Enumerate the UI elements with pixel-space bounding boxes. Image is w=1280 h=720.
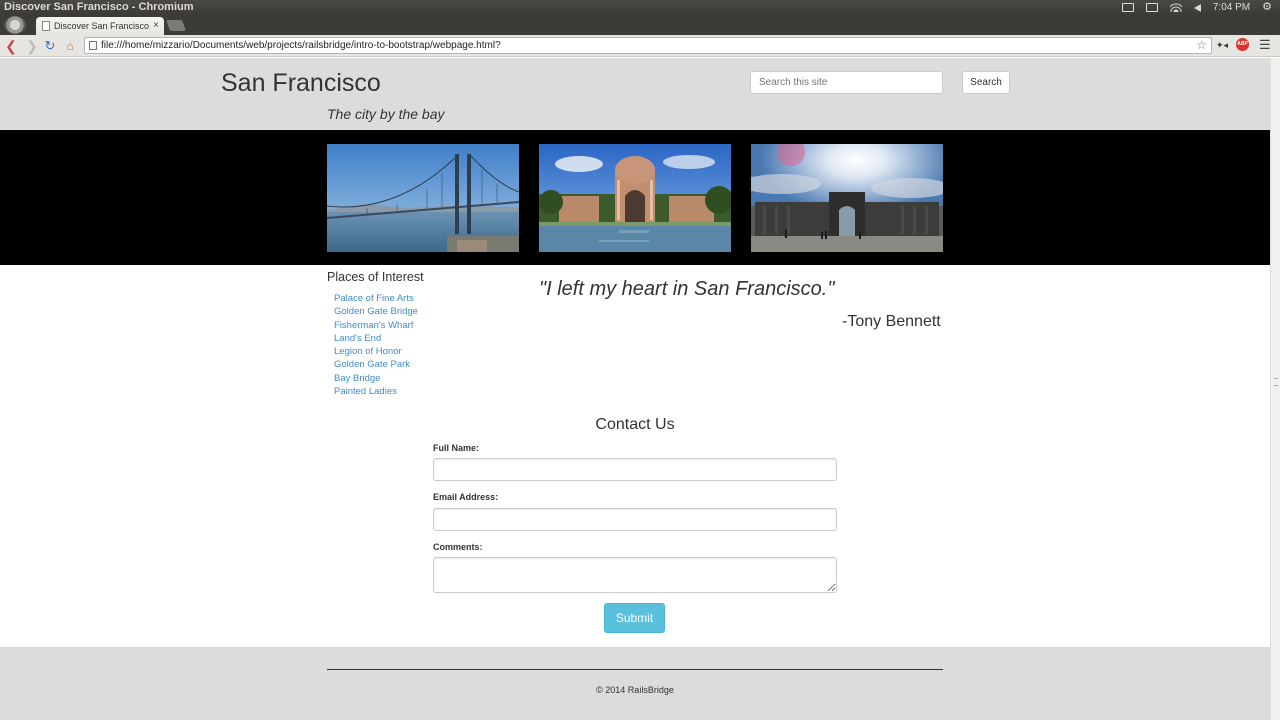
url-text: file:///home/mizzario/Documents/web/proj…: [101, 40, 501, 51]
comments-textarea[interactable]: [433, 557, 837, 593]
place-link-golden-gate-bridge[interactable]: Golden Gate Bridge: [334, 305, 418, 318]
email-label: Email Address:: [433, 492, 499, 502]
submit-button[interactable]: Submit: [604, 603, 665, 633]
chromium-logo-icon: [4, 16, 26, 34]
copyright-text: © 2014 RailsBridge: [596, 685, 674, 695]
volume-icon[interactable]: [1193, 3, 1201, 12]
extension-icon[interactable]: ✦◂: [1216, 40, 1228, 51]
quote-author: -Tony Bennett: [842, 313, 941, 330]
quote-text: "I left my heart in San Francisco.": [539, 278, 835, 300]
battery-icon[interactable]: [1145, 3, 1158, 12]
home-icon[interactable]: ⌂: [62, 37, 78, 55]
page-icon: [42, 21, 50, 31]
site-header: San Francisco The city by the bay Search: [0, 58, 1270, 130]
palace-of-fine-arts-photo: [539, 144, 731, 252]
search-input[interactable]: [750, 71, 943, 94]
menu-icon[interactable]: ☰: [1259, 37, 1271, 53]
search-button[interactable]: Search: [962, 71, 1010, 94]
full-name-input[interactable]: [433, 458, 837, 481]
clock[interactable]: 7:04 PM: [1213, 0, 1250, 15]
comments-label: Comments:: [433, 542, 483, 552]
adblock-icon[interactable]: ABP: [1236, 38, 1249, 51]
place-link-lands-end[interactable]: Land's End: [334, 332, 418, 345]
reload-icon[interactable]: ↻: [42, 37, 58, 55]
system-tray: 7:04 PM ⚙: [1121, 0, 1280, 15]
places-list: Palace of Fine Arts Golden Gate Bridge F…: [334, 292, 418, 398]
place-link-bay-bridge[interactable]: Bay Bridge: [334, 372, 418, 385]
place-link-golden-gate-park[interactable]: Golden Gate Park: [334, 358, 418, 371]
place-link-legion-of-honor[interactable]: Legion of Honor: [334, 345, 418, 358]
scrollbar-grip[interactable]: [1274, 378, 1278, 386]
tagline: The city by the bay: [327, 106, 445, 122]
address-bar[interactable]: file:///home/mizzario/Documents/web/proj…: [84, 37, 1212, 54]
bookmark-star-icon[interactable]: ☆: [1196, 38, 1207, 53]
footer-divider: [327, 669, 943, 670]
tab-strip: Discover San Francisco ×: [0, 15, 1280, 35]
vertical-scrollbar[interactable]: [1270, 58, 1280, 720]
tab-title: Discover San Francisco: [54, 21, 150, 31]
forward-icon[interactable]: ❯: [24, 37, 40, 55]
gear-icon[interactable]: ⚙: [1262, 0, 1272, 15]
full-name-label: Full Name:: [433, 443, 480, 453]
site-title: San Francisco: [221, 69, 381, 97]
mail-icon[interactable]: [1121, 3, 1134, 12]
page-icon: [89, 41, 97, 50]
page-viewport: San Francisco The city by the bay Search: [0, 58, 1270, 720]
browser-toolbar: ❮ ❯ ↻ ⌂ file:///home/mizzario/Documents/…: [0, 35, 1280, 57]
bay-bridge-photo: [327, 144, 519, 252]
wifi-icon[interactable]: [1169, 3, 1182, 12]
back-icon[interactable]: ❮: [3, 37, 19, 55]
place-link-fishermans-wharf[interactable]: Fisherman's Wharf: [334, 319, 418, 332]
tab-discover-san-francisco[interactable]: Discover San Francisco ×: [36, 17, 164, 35]
photo-gallery: [0, 130, 1270, 265]
places-heading: Places of Interest: [327, 270, 424, 284]
place-link-palace-of-fine-arts[interactable]: Palace of Fine Arts: [334, 292, 418, 305]
legion-of-honor-photo: [751, 144, 943, 252]
window-title: Discover San Francisco - Chromium: [4, 1, 194, 13]
close-icon[interactable]: ×: [153, 17, 159, 35]
place-link-painted-ladies[interactable]: Painted Ladies: [334, 385, 418, 398]
contact-title: Contact Us: [595, 416, 675, 433]
email-input[interactable]: [433, 508, 837, 531]
site-footer: © 2014 RailsBridge: [0, 647, 1270, 720]
os-top-bar: Discover San Francisco - Chromium 7:04 P…: [0, 0, 1280, 15]
new-tab-button[interactable]: [165, 20, 187, 31]
